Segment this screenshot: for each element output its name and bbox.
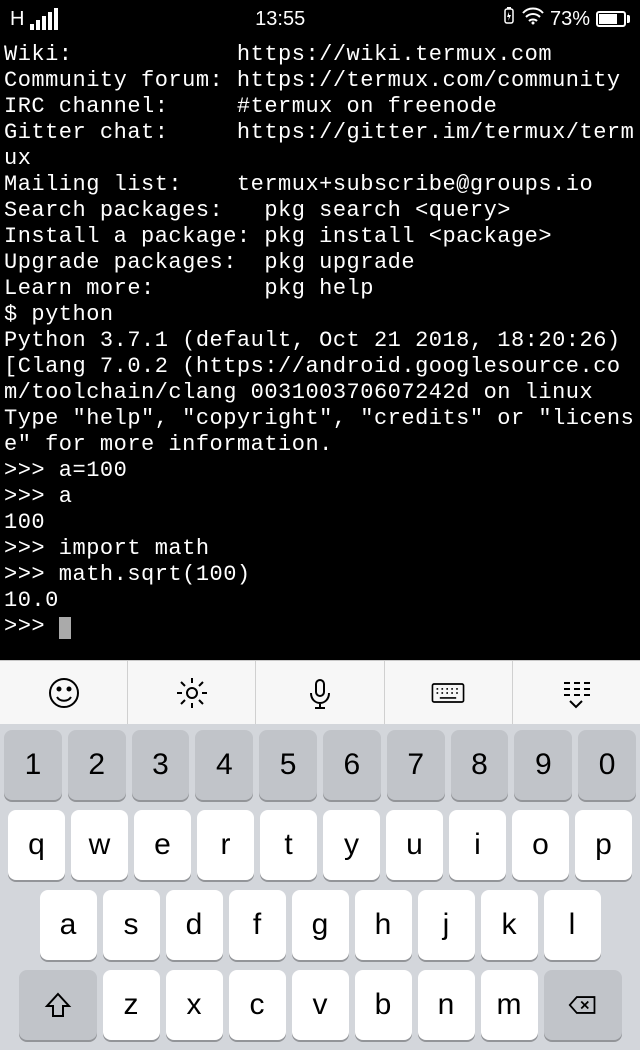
key-f[interactable]: f [229,890,286,960]
terminal-line: 10.0 [4,588,636,614]
key-j[interactable]: j [418,890,475,960]
key-8[interactable]: 8 [451,730,509,800]
soft-keyboard: 1234567890 qwertyuiop asdfghjkl zxcvbnm [0,724,640,1050]
key-i[interactable]: i [449,810,506,880]
terminal-output[interactable]: Wiki: https://wiki.termux.comCommunity f… [0,38,640,660]
keyboard-row-qwerty: qwertyuiop [4,810,636,880]
terminal-line: >>> a [4,484,636,510]
key-2[interactable]: 2 [68,730,126,800]
key-3[interactable]: 3 [132,730,190,800]
signal-icon [30,8,58,30]
terminal-line: Gitter chat: https://gitter.im/termux/te… [4,120,636,172]
key-h[interactable]: h [355,890,412,960]
battery-percent: 73% [550,8,590,31]
terminal-line: Upgrade packages: pkg upgrade [4,250,636,276]
key-4[interactable]: 4 [195,730,253,800]
terminal-line: Learn more: pkg help [4,276,636,302]
key-r[interactable]: r [197,810,254,880]
key-v[interactable]: v [292,970,349,1040]
key-n[interactable]: n [418,970,475,1040]
terminal-line: >>> a=100 [4,458,636,484]
terminal-line: $ python [4,302,636,328]
wifi-icon [522,7,544,31]
terminal-line: Community forum: https://termux.com/comm… [4,68,636,94]
key-5[interactable]: 5 [259,730,317,800]
key-1[interactable]: 1 [4,730,62,800]
terminal-line: Search packages: pkg search <query> [4,198,636,224]
key-o[interactable]: o [512,810,569,880]
key-6[interactable]: 6 [323,730,381,800]
terminal-line: Python 3.7.1 (default, Oct 21 2018, 18:2… [4,328,636,354]
key-q[interactable]: q [8,810,65,880]
terminal-line: >>> import math [4,536,636,562]
terminal-line: >>> math.sqrt(100) [4,562,636,588]
key-w[interactable]: w [71,810,128,880]
keyboard-row-asdf: asdfghjkl [4,890,636,960]
terminal-line: >>> [4,614,636,640]
key-y[interactable]: y [323,810,380,880]
key-k[interactable]: k [481,890,538,960]
key-z[interactable]: z [103,970,160,1040]
key-m[interactable]: m [481,970,538,1040]
status-time: 13:55 [255,8,305,31]
status-left: H [10,8,58,31]
emoji-button[interactable] [0,661,128,724]
charging-icon [502,7,516,31]
terminal-line: Mailing list: termux+subscribe@groups.io [4,172,636,198]
key-c[interactable]: c [229,970,286,1040]
key-p[interactable]: p [575,810,632,880]
terminal-line: [Clang 7.0.2 (https://android.googlesour… [4,354,636,406]
terminal-line: Wiki: https://wiki.termux.com [4,42,636,68]
backspace-key[interactable] [544,970,622,1040]
keyboard-row-zxcv: zxcvbnm [4,970,636,1040]
key-d[interactable]: d [166,890,223,960]
mic-button[interactable] [256,661,384,724]
key-l[interactable]: l [544,890,601,960]
key-9[interactable]: 9 [514,730,572,800]
keyboard-toolbar [0,660,640,724]
key-0[interactable]: 0 [578,730,636,800]
key-t[interactable]: t [260,810,317,880]
keyboard-row-numbers: 1234567890 [4,730,636,800]
keyboard-switch-button[interactable] [385,661,513,724]
key-a[interactable]: a [40,890,97,960]
shift-key[interactable] [19,970,97,1040]
key-s[interactable]: s [103,890,160,960]
settings-button[interactable] [128,661,256,724]
terminal-line: Type "help", "copyright", "credits" or "… [4,406,636,458]
key-g[interactable]: g [292,890,349,960]
battery-icon [596,11,630,27]
status-bar: H 13:55 73% [0,0,640,38]
network-type: H [10,8,24,31]
key-e[interactable]: e [134,810,191,880]
terminal-line: 100 [4,510,636,536]
status-right: 73% [502,7,630,31]
key-u[interactable]: u [386,810,443,880]
collapse-keyboard-button[interactable] [513,661,640,724]
key-7[interactable]: 7 [387,730,445,800]
key-x[interactable]: x [166,970,223,1040]
terminal-cursor [59,617,71,639]
terminal-line: Install a package: pkg install <package> [4,224,636,250]
terminal-line: IRC channel: #termux on freenode [4,94,636,120]
key-b[interactable]: b [355,970,412,1040]
